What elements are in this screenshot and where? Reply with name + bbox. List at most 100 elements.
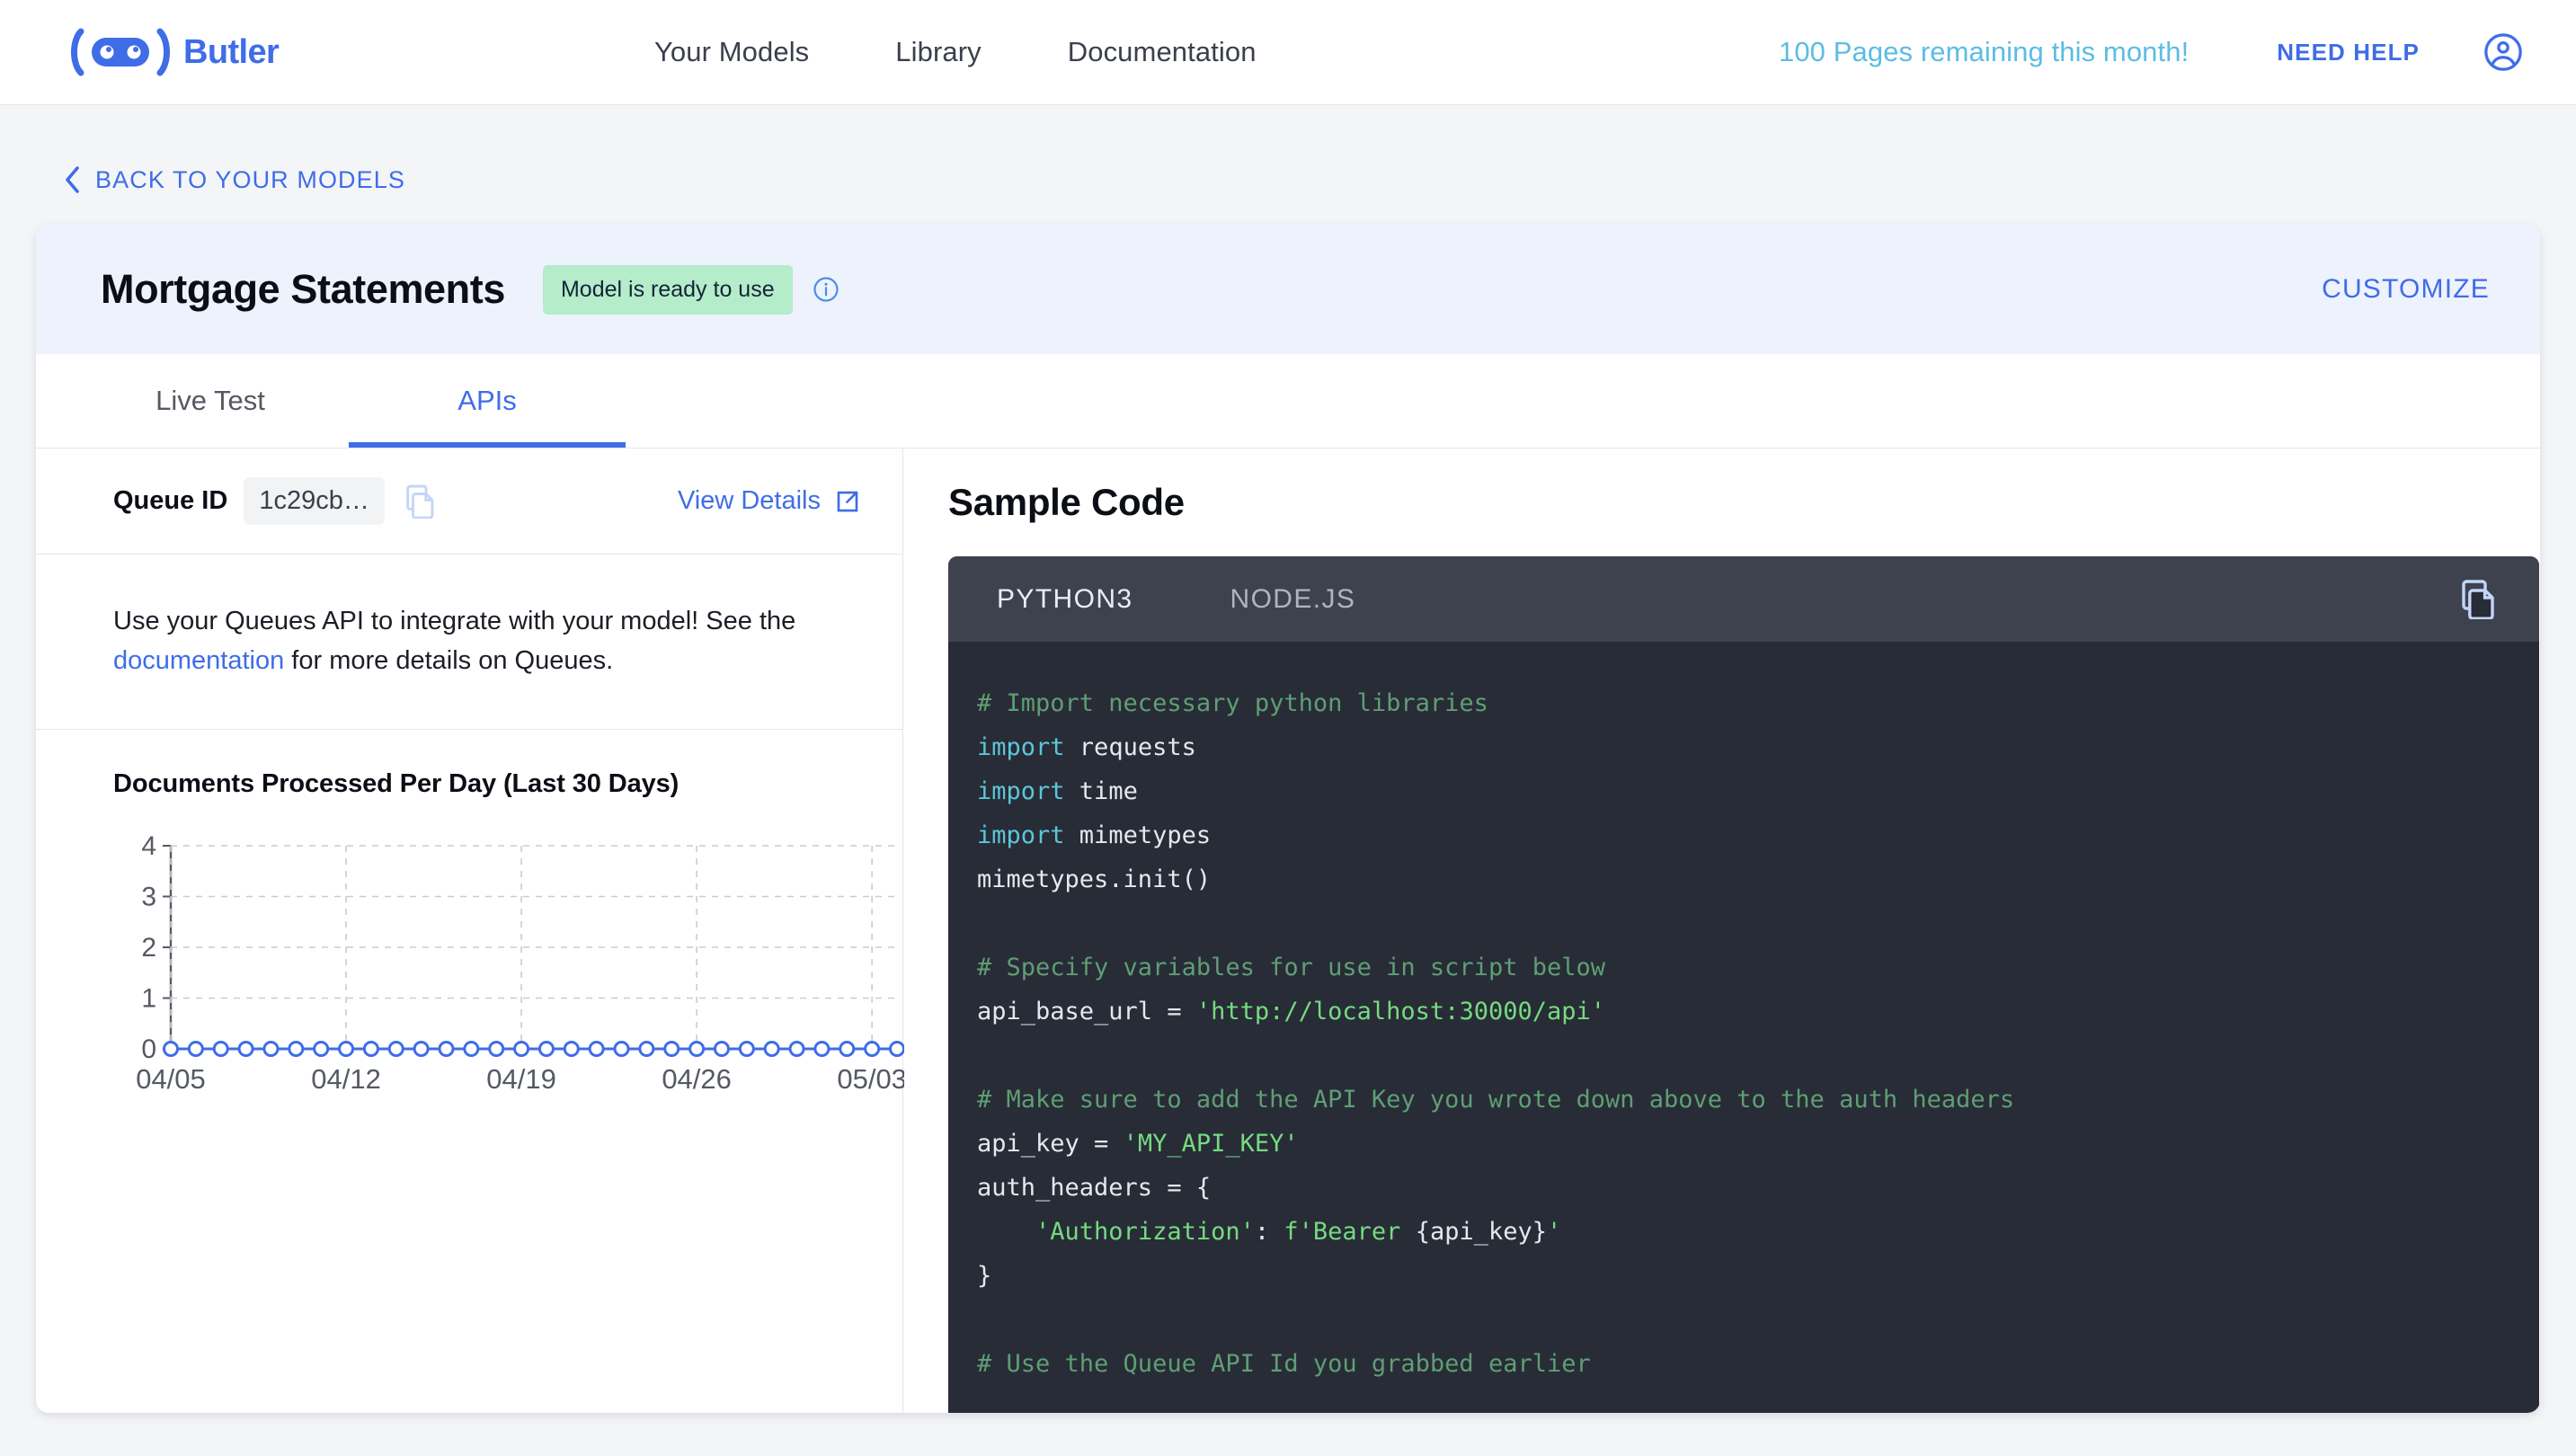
- code-line: # Make sure to add the API Key you wrote…: [977, 1078, 2539, 1122]
- code-line: # Import necessary python libraries: [977, 681, 2539, 725]
- sample-code-content: # Import necessary python libraries impor…: [948, 642, 2539, 1386]
- tab-apis[interactable]: APIs: [349, 354, 626, 448]
- code-token-plain: requests: [1064, 733, 1196, 761]
- chart-data-point: [237, 1041, 254, 1058]
- left-pane: Queue ID 1c29cb… View Details Use your Q…: [36, 448, 904, 1413]
- code-line: import requests: [977, 725, 2539, 769]
- code-tab-python3[interactable]: PYTHON3: [997, 584, 1133, 615]
- chart-x-tick-label: 04/26: [662, 1063, 732, 1095]
- code-token-keyword: import: [977, 777, 1065, 805]
- nav-link-library[interactable]: Library: [895, 36, 981, 68]
- tab-live-test-label: Live Test: [155, 385, 265, 416]
- chart-data-point: [613, 1041, 630, 1058]
- customize-button[interactable]: CUSTOMIZE: [2322, 274, 2490, 305]
- documentation-link[interactable]: documentation: [113, 646, 284, 675]
- chart-data-point: [688, 1041, 706, 1058]
- chart-data-point: [163, 1041, 179, 1058]
- chart-y-tick-label: 1: [141, 984, 156, 1014]
- chart-data-point: [463, 1041, 480, 1058]
- code-line: mimetypes.init(): [977, 857, 2539, 901]
- code-line: # Specify variables for use in script be…: [977, 946, 2539, 990]
- code-token-string: 'MY_API_KEY': [1123, 1130, 1299, 1158]
- code-token-plain: mimetypes: [1064, 821, 1212, 849]
- chart-data-point: [813, 1041, 831, 1058]
- chart-data-point: [362, 1041, 379, 1058]
- chart-data-point: [864, 1041, 881, 1058]
- documents-processed-line-chart: 0 1 2 3 4 04/05 04/12 04/19 04/26 05/03: [136, 835, 904, 1095]
- chart-y-tick-label: 4: [141, 835, 156, 861]
- chart-data-point: [788, 1041, 805, 1058]
- queue-id-row: Queue ID 1c29cb… View Details: [36, 448, 902, 555]
- code-token-plain: time: [1064, 777, 1138, 805]
- chart-data-point: [262, 1041, 280, 1058]
- code-token-plain: auth_headers = {: [977, 1174, 1212, 1202]
- pages-remaining-text: 100 Pages remaining this month!: [1778, 36, 2190, 67]
- code-token-keyword: import: [977, 733, 1065, 761]
- chevron-left-icon: [66, 166, 79, 193]
- code-line: import time: [977, 769, 2539, 813]
- nav-right-cluster: 100 Pages remaining this month! NEED HEL…: [1779, 31, 2524, 73]
- account-avatar-icon[interactable]: [2483, 31, 2524, 73]
- code-tab-nodejs[interactable]: NODE.JS: [1230, 584, 1356, 615]
- nav-link-documentation[interactable]: Documentation: [1068, 36, 1257, 68]
- queue-id-label: Queue ID: [113, 486, 228, 515]
- code-line: # Use the Queue API Id you grabbed earli…: [977, 1342, 2539, 1386]
- chart-data-point: [438, 1041, 455, 1058]
- chart-y-tick-label: 2: [141, 933, 156, 963]
- chart-data-point: [763, 1041, 780, 1058]
- chart-data-point: [588, 1041, 605, 1058]
- code-line: }: [977, 1254, 2539, 1298]
- chart-data-point: [563, 1041, 580, 1058]
- queues-description: Use your Queues API to integrate with yo…: [36, 555, 902, 731]
- info-icon[interactable]: [813, 276, 839, 303]
- model-detail-card: Mortgage Statements Model is ready to us…: [36, 225, 2540, 1413]
- code-line: 'Authorization': f'Bearer {api_key}': [977, 1210, 2539, 1254]
- code-token-plain: :: [1254, 1218, 1284, 1246]
- need-help-button[interactable]: NEED HELP: [2277, 39, 2420, 67]
- description-before: Use your Queues API to integrate with yo…: [113, 607, 796, 635]
- chart-data-point: [338, 1041, 355, 1058]
- view-details-label: View Details: [677, 486, 821, 515]
- code-line: api_base_url = 'http://localhost:30000/a…: [977, 990, 2539, 1034]
- copy-queue-id-icon[interactable]: [406, 484, 437, 519]
- view-details-link[interactable]: View Details: [678, 486, 861, 516]
- brand-logo[interactable]: Butler: [70, 26, 280, 78]
- code-language-tabbar: PYTHON3 NODE.JS: [948, 556, 2539, 642]
- tab-live-test[interactable]: Live Test: [72, 354, 349, 448]
- code-token-comment: # Use the Queue API Id you grabbed earli…: [977, 1350, 1591, 1378]
- brand-name: Butler: [183, 32, 280, 71]
- chart-data-point: [313, 1041, 330, 1058]
- copy-code-icon[interactable]: [2462, 579, 2498, 619]
- chart-data-point: [839, 1041, 856, 1058]
- chart-x-tick-label: 04/05: [136, 1063, 206, 1095]
- tab-apis-label: APIs: [457, 385, 517, 416]
- chart-x-tick-label: 04/19: [486, 1063, 556, 1095]
- code-token-plain: {api_key}: [1415, 1218, 1548, 1246]
- code-token-plain: api_key =: [977, 1130, 1124, 1158]
- code-token-string: 'http://localhost:30000/api': [1195, 998, 1605, 1025]
- chart-data-point: [212, 1041, 229, 1058]
- chart-data-point: [638, 1041, 655, 1058]
- chart-data-point: [413, 1041, 430, 1058]
- chart-data-point: [288, 1041, 305, 1058]
- top-navigation-bar: Butler Your Models Library Documentation…: [0, 0, 2576, 105]
- back-to-your-models-link[interactable]: BACK TO YOUR MODELS: [63, 165, 405, 194]
- code-token-string: ': [1547, 1218, 1562, 1246]
- nav-link-your-models[interactable]: Your Models: [654, 36, 809, 68]
- code-token-plain: api_base_url =: [977, 998, 1196, 1025]
- description-after: for more details on Queues.: [284, 646, 614, 676]
- code-token-plain: }: [977, 1262, 992, 1290]
- chart-y-tick-label: 3: [141, 883, 156, 912]
- documents-chart-section: Documents Processed Per Day (Last 30 Day…: [36, 730, 904, 1123]
- code-token-comment: # Make sure to add the API Key you wrote…: [977, 1086, 2015, 1114]
- card-body: Queue ID 1c29cb… View Details Use your Q…: [36, 448, 2540, 1413]
- chart-data-point: [663, 1041, 680, 1058]
- code-token-string: 'Authorization': [1035, 1218, 1255, 1246]
- queue-id-value: 1c29cb…: [244, 477, 385, 525]
- back-link-label: BACK TO YOUR MODELS: [95, 165, 405, 193]
- chart-y-tick-label: 0: [141, 1034, 156, 1064]
- sample-code-panel: PYTHON3 NODE.JS # Import necessary pytho…: [948, 556, 2539, 1413]
